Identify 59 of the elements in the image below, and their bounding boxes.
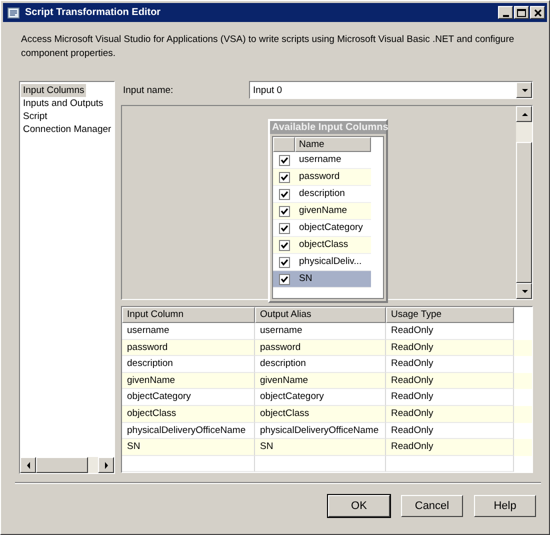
- checkbox[interactable]: [278, 172, 290, 182]
- page-list-item[interactable]: Script: [21, 110, 50, 123]
- table-cell: ReadOnly: [386, 406, 514, 423]
- table-cell: ReadOnly: [386, 372, 514, 390]
- column-header: Output Alias: [255, 307, 386, 323]
- table-cell: password: [122, 340, 255, 356]
- maximize-icon: [517, 8, 526, 16]
- window-title: Script Transformation Editor: [25, 7, 162, 18]
- page-list-item[interactable]: Input Columns: [21, 84, 86, 97]
- maximize-button[interactable]: [514, 6, 529, 19]
- minimize-button[interactable]: [498, 6, 513, 19]
- close-icon: [534, 8, 542, 16]
- dialog-button[interactable]: Cancel: [401, 495, 463, 517]
- checkbox[interactable]: [278, 188, 290, 200]
- checkbox[interactable]: [278, 240, 290, 250]
- description-text: Access Microsoft Visual Studio for Applications (VSA) to write scripts using Microsoft Visual Basic .NET and configure component properties.: [21, 33, 516, 61]
- dialog-button[interactable]: Help: [474, 495, 536, 517]
- scroll-up-button[interactable]: [516, 106, 532, 122]
- scroll-right-button[interactable]: [98, 457, 114, 473]
- table-cell: ReadOnly: [386, 340, 514, 356]
- column-name: password: [298, 170, 341, 184]
- checkbox[interactable]: [278, 154, 290, 166]
- box-title: Available Input Columns: [270, 121, 386, 134]
- scroll-down-button[interactable]: [516, 283, 532, 299]
- page-list-item[interactable]: Connection Manager: [21, 123, 114, 136]
- checkbox[interactable]: [278, 222, 290, 234]
- checkbox[interactable]: [278, 274, 290, 284]
- column-name: objectCategory: [298, 221, 364, 235]
- table-cell: SN: [122, 439, 255, 456]
- column-name: givenName: [298, 204, 348, 218]
- column-row[interactable]: givenName: [273, 203, 371, 220]
- column-header: Name: [295, 137, 371, 152]
- table-cell: givenName: [122, 372, 255, 390]
- table-cell: objectClass: [122, 406, 255, 423]
- column-row[interactable]: objectClass: [273, 237, 371, 254]
- minimize-icon: [502, 14, 508, 16]
- column-header: Input Column: [122, 307, 255, 323]
- column-row[interactable]: password: [273, 169, 371, 186]
- dialog-button[interactable]: OK: [328, 495, 390, 517]
- column-name: objectClass: [298, 238, 350, 252]
- column-name: physicalDeliv...: [298, 255, 363, 269]
- page-list-item[interactable]: Inputs and Outputs: [21, 97, 106, 110]
- column-name: SN: [295, 271, 371, 287]
- column-name: description: [298, 187, 346, 201]
- checkbox[interactable]: [278, 206, 290, 216]
- close-button[interactable]: [530, 6, 545, 19]
- checkbox[interactable]: [278, 256, 290, 268]
- table-cell: ReadOnly: [386, 439, 514, 456]
- table-cell: objectClass: [255, 406, 386, 423]
- app-icon: [7, 6, 21, 20]
- table-cell: givenName: [255, 372, 386, 390]
- input-name-label: Input name:: [122, 84, 174, 96]
- scroll-left-button[interactable]: [20, 457, 36, 473]
- input-name-dropdown[interactable]: Input 0: [249, 81, 533, 99]
- table-cell: password: [255, 340, 386, 356]
- table-cell: SN: [255, 439, 386, 456]
- column-header: Usage Type: [386, 307, 514, 323]
- column-name: username: [298, 153, 342, 167]
- column-row[interactable]: SN: [273, 271, 371, 288]
